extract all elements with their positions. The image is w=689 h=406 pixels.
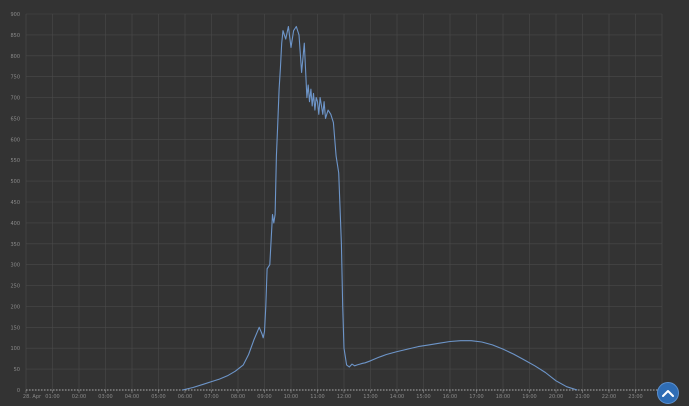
x-tick-label: 03:00 bbox=[98, 394, 112, 400]
y-tick-label: 400 bbox=[10, 221, 20, 227]
x-tick-label: 22:00 bbox=[602, 394, 616, 400]
x-tick-label: 19:00 bbox=[522, 394, 536, 400]
y-tick-label: 250 bbox=[10, 284, 20, 290]
y-tick-label: 750 bbox=[10, 75, 20, 81]
y-tick-label: 650 bbox=[10, 116, 20, 122]
x-tick-label: 15:00 bbox=[416, 394, 430, 400]
x-tick-label: 28. Apr bbox=[23, 394, 42, 400]
x-tick-label: 01:00 bbox=[45, 394, 59, 400]
y-tick-label: 300 bbox=[10, 263, 20, 269]
x-tick-label: 18:00 bbox=[496, 394, 510, 400]
x-tick-label: 13:00 bbox=[363, 394, 377, 400]
series-layer bbox=[182, 25, 578, 391]
y-tick-label: 450 bbox=[10, 200, 20, 206]
x-tick-label: 05:00 bbox=[151, 394, 165, 400]
x-tick-label: 06:00 bbox=[178, 394, 192, 400]
y-tick-label: 550 bbox=[10, 158, 20, 164]
y-tick-label: 500 bbox=[10, 179, 20, 185]
x-tick-label: 08:00 bbox=[231, 394, 245, 400]
x-tick-label: 12:00 bbox=[337, 394, 351, 400]
y-tick-label: 150 bbox=[10, 325, 20, 331]
x-tick-label: 02:00 bbox=[72, 394, 86, 400]
x-tick-label: 23:00 bbox=[628, 394, 642, 400]
y-tick-label: 700 bbox=[10, 96, 20, 102]
y-axis-ticks: 0 50 100 150 200 250 300 350 400 450 500 550 600 650 7… bbox=[10, 12, 20, 394]
x-tick-label: 17:00 bbox=[469, 394, 483, 400]
y-tick-label: 0 bbox=[17, 388, 20, 394]
x-tick-label: 11:00 bbox=[310, 394, 324, 400]
y-tick-label: 900 bbox=[10, 12, 20, 18]
y-tick-label: 800 bbox=[10, 54, 20, 60]
x-tick-label: 09:00 bbox=[257, 394, 271, 400]
y-tick-label: 600 bbox=[10, 137, 20, 143]
y-tick-label: 100 bbox=[10, 346, 20, 352]
series-line bbox=[182, 25, 578, 391]
x-tick-label: 20:00 bbox=[549, 394, 563, 400]
scroll-to-top-button[interactable] bbox=[657, 382, 679, 404]
x-tick-label: 04:00 bbox=[125, 394, 139, 400]
y-tick-label: 50 bbox=[14, 367, 20, 373]
chevron-up-icon bbox=[662, 390, 674, 397]
y-tick-label: 200 bbox=[10, 304, 20, 310]
x-tick-label: 16:00 bbox=[443, 394, 457, 400]
x-tick-label: 10:00 bbox=[284, 394, 298, 400]
y-tick-label: 350 bbox=[10, 242, 20, 248]
y-tick-label: 850 bbox=[10, 33, 20, 39]
x-tick-label: 07:00 bbox=[204, 394, 218, 400]
x-tick-label: 14:00 bbox=[390, 394, 404, 400]
line-chart: 0 50 100 150 200 250 300 350 400 450 500 550 600 650 7… bbox=[10, 12, 663, 400]
chart-panel: 0 50 100 150 200 250 300 350 400 450 500 550 600 650 7… bbox=[0, 0, 689, 406]
x-axis-ticks: 28. Apr 01:00 02:00 03:00 04:00 05:00 06:00 07:… bbox=[23, 390, 643, 400]
x-tick-label: 21:00 bbox=[575, 394, 589, 400]
